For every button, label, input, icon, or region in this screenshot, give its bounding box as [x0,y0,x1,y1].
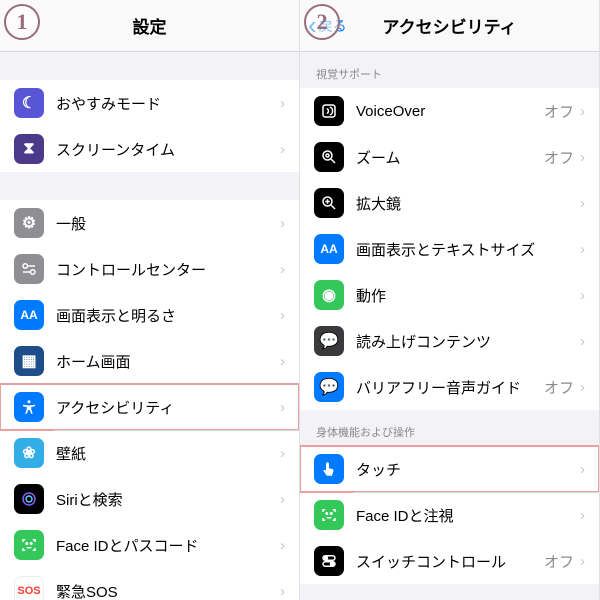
chevron-icon: › [580,103,585,120]
gear-icon: ⚙ [14,208,44,238]
header: 設定 [0,0,299,52]
step-badge-2: 2 [304,4,340,40]
chevron-icon: › [580,195,585,212]
chevron-icon: › [580,333,585,350]
moon-icon: ☾ [14,88,44,118]
row-wallpaper[interactable]: ❀ 壁紙 › [0,430,299,476]
magnifier-icon [314,188,344,218]
spacer [0,52,299,80]
faceid-icon [14,530,44,560]
motion-icon: ◉ [314,280,344,310]
hourglass-icon: ⧗ [14,134,44,164]
row-audio-desc[interactable]: 💬 バリアフリー音声ガイド オフ › [300,364,599,410]
row-spoken-content[interactable]: 💬 読み上げコンテンツ › [300,318,599,364]
flower-icon: ❀ [14,438,44,468]
chevron-icon: › [580,241,585,258]
chevron-icon: › [580,287,585,304]
step-badge-1: 1 [4,4,40,40]
row-touch[interactable]: タッチ › [300,446,599,492]
audio-icon: 💬 [314,372,344,402]
chevron-icon: › [580,507,585,524]
row-faceid[interactable]: Face IDとパスコード › [0,522,299,568]
touch-icon [314,454,344,484]
page-title: アクセシビリティ [382,13,516,38]
chevron-icon: › [280,307,285,324]
chevron-icon: › [280,537,285,554]
row-sos[interactable]: SOS 緊急SOS › [0,568,299,600]
chevron-icon: › [580,149,585,166]
chevron-icon: › [580,379,585,396]
chevron-icon: › [580,553,585,570]
chevron-icon: › [280,353,285,370]
row-faceid-attention[interactable]: Face IDと注視 › [300,492,599,538]
text-size-icon: AA [314,234,344,264]
text-size-icon: AA [14,300,44,330]
row-control-center[interactable]: コントロールセンター › [0,246,299,292]
row-magnifier[interactable]: 拡大鏡 › [300,180,599,226]
siri-icon [14,484,44,514]
row-home-screen[interactable]: ▦ ホーム画面 › [0,338,299,384]
row-accessibility[interactable]: アクセシビリティ › [0,384,299,430]
grid-icon: ▦ [14,346,44,376]
row-general[interactable]: ⚙ 一般 › [0,200,299,246]
row-switch-control[interactable]: スイッチコントロール オフ › [300,538,599,584]
chevron-icon: › [280,95,285,112]
speech-icon: 💬 [314,326,344,356]
row-zoom[interactable]: ズーム オフ › [300,134,599,180]
settings-panel: 1 設定 ☾ おやすみモード › ⧗ スクリーンタイム › ⚙ 一般 › コント… [0,0,300,600]
chevron-icon: › [280,445,285,462]
accessibility-icon [14,392,44,422]
section-vision: 視覚サポート [300,52,599,88]
switch-icon [314,546,344,576]
chevron-icon: › [280,491,285,508]
chevron-icon: › [280,141,285,158]
switches-icon [14,254,44,284]
page-title: 設定 [133,13,167,38]
accessibility-panel: 2 戻る アクセシビリティ 視覚サポート VoiceOver オフ › ズーム … [300,0,600,600]
zoom-icon [314,142,344,172]
chevron-icon: › [280,215,285,232]
chevron-icon: › [280,583,285,600]
spacer [0,172,299,200]
voiceover-icon [314,96,344,126]
chevron-icon: › [580,461,585,478]
row-siri[interactable]: Siriと検索 › [0,476,299,522]
sos-icon: SOS [14,576,44,600]
chevron-icon: › [280,261,285,278]
row-display[interactable]: AA 画面表示と明るさ › [0,292,299,338]
row-screentime[interactable]: ⧗ スクリーンタイム › [0,126,299,172]
header: 戻る アクセシビリティ [300,0,599,52]
row-do-not-disturb[interactable]: ☾ おやすみモード › [0,80,299,126]
faceid-icon [314,500,344,530]
row-display-text[interactable]: AA 画面表示とテキストサイズ › [300,226,599,272]
chevron-icon: › [280,399,285,416]
row-motion[interactable]: ◉ 動作 › [300,272,599,318]
row-voiceover[interactable]: VoiceOver オフ › [300,88,599,134]
section-physical: 身体機能および操作 [300,410,599,446]
